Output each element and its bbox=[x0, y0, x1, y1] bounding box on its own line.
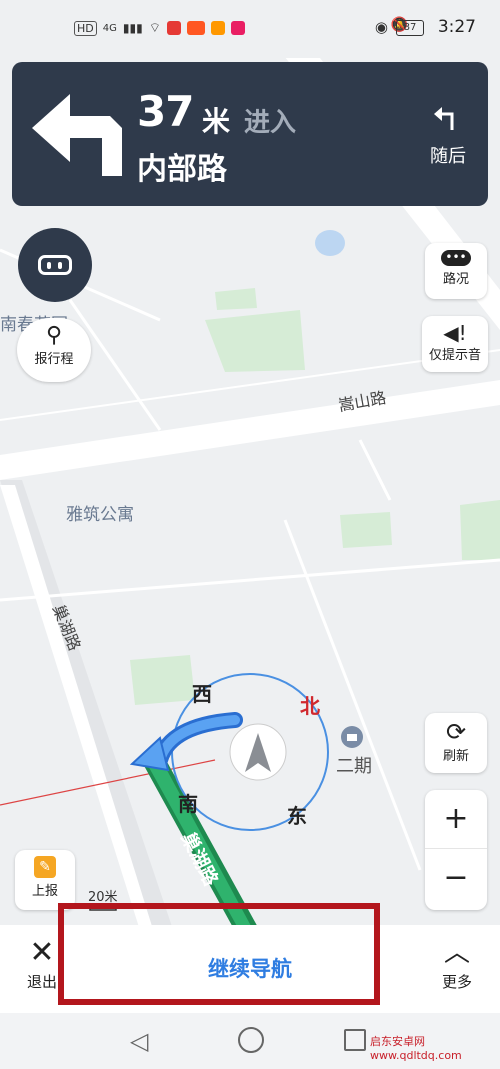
next-turn-label: 随后 bbox=[430, 146, 466, 167]
traffic-button[interactable]: ••• 路况 bbox=[425, 243, 487, 299]
status-bar: HD 4G ▮▮▮ ⌔ ◉ 🔕 87 3:27 bbox=[0, 0, 500, 58]
sound-mode-label: 仅提示音 bbox=[428, 348, 481, 363]
report-button[interactable]: ✎ 上报 bbox=[15, 850, 75, 910]
park-area bbox=[460, 500, 500, 560]
robot-face-icon bbox=[38, 255, 72, 275]
more-label: 更多 bbox=[441, 973, 472, 991]
status-time: 3:27 bbox=[437, 17, 476, 37]
zoom-out-button[interactable]: − bbox=[425, 849, 487, 909]
battery-icon: 87 bbox=[396, 20, 424, 36]
recents-icon[interactable] bbox=[344, 1029, 366, 1051]
compass-north: 北 bbox=[300, 694, 320, 718]
system-navigation-bar: ◁ 启东安卓网 www.qdltdq.com bbox=[0, 1013, 500, 1069]
assistant-button[interactable] bbox=[18, 228, 92, 302]
zoom-in-button[interactable]: + bbox=[425, 790, 487, 849]
location-icon: ◉ bbox=[374, 18, 388, 36]
report-trip-label: 报行程 bbox=[34, 352, 74, 367]
back-icon[interactable]: ◁ bbox=[130, 1027, 148, 1055]
refresh-label: 刷新 bbox=[442, 749, 469, 764]
compass-west: 西 bbox=[192, 682, 212, 706]
highlight-box bbox=[58, 903, 380, 1005]
water-area bbox=[315, 230, 345, 256]
signal-4g-label: 4G bbox=[102, 22, 117, 34]
turn-action: 进入 bbox=[244, 108, 297, 138]
sound-mode-button[interactable]: ◀! 仅提示音 bbox=[422, 316, 488, 372]
navigation-instruction-card: 37 米 进入 内部路 随后 bbox=[12, 62, 488, 206]
refresh-button[interactable]: ⟳ 刷新 bbox=[425, 713, 487, 773]
app-icon-orange bbox=[210, 21, 225, 35]
home-icon[interactable] bbox=[238, 1027, 264, 1053]
turn-left-arrow-icon bbox=[32, 94, 122, 176]
app-icon-pink bbox=[230, 21, 245, 35]
distance-unit: 米 bbox=[202, 105, 231, 138]
park-area bbox=[340, 512, 392, 548]
refresh-icon: ⟳ bbox=[445, 718, 467, 746]
compass-east: 东 bbox=[287, 804, 307, 828]
report-trip-button[interactable]: ⚲ 报行程 bbox=[17, 318, 91, 382]
next-road-name: 内部路 bbox=[137, 152, 227, 187]
wifi-icon: ⌔ bbox=[148, 21, 161, 36]
location-pin-icon: ⚲ bbox=[45, 323, 63, 348]
traffic-label: 路况 bbox=[442, 272, 469, 287]
signal-icon: ▮▮▮ bbox=[122, 21, 143, 35]
app-icon-weibo bbox=[186, 21, 205, 35]
traffic-icon: ••• bbox=[441, 250, 471, 266]
watermark: 启东安卓网 www.qdltdq.com bbox=[370, 1035, 462, 1062]
map-label-yazhu: 雅筑公寓 bbox=[66, 505, 134, 525]
chevron-up-icon: ︿ bbox=[443, 938, 470, 968]
status-icons-left: HD 4G ▮▮▮ ⌔ bbox=[74, 20, 245, 36]
app-icon-red bbox=[166, 21, 181, 35]
compass-south: 南 bbox=[178, 792, 198, 816]
next-turn-left-icon bbox=[434, 107, 454, 130]
edit-report-icon: ✎ bbox=[34, 856, 56, 878]
turn-distance: 37 bbox=[137, 87, 194, 136]
park-area bbox=[130, 655, 195, 705]
more-button[interactable]: ︿ 更多 bbox=[425, 935, 489, 1007]
hd-badge: HD bbox=[74, 20, 97, 36]
zoom-control: + − bbox=[425, 790, 487, 910]
speaker-icon: ◀! bbox=[443, 321, 467, 345]
map-label-erqi: 二期 bbox=[336, 756, 372, 777]
report-label: 上报 bbox=[31, 884, 58, 899]
